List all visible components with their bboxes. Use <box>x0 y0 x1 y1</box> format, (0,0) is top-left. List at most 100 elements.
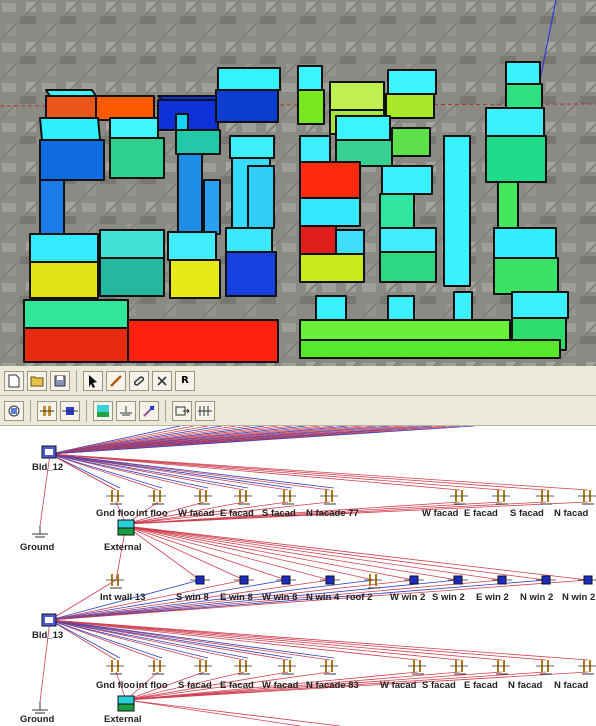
pointer-icon[interactable] <box>83 370 103 391</box>
node-label: N win 2 <box>562 592 595 603</box>
surface-nodes: Gnd floo int floo S facad E facad W facad N f… <box>96 660 596 691</box>
pencil-icon[interactable] <box>106 370 126 391</box>
node-label: S facad <box>422 680 456 691</box>
building-label: Bld_12 <box>32 462 63 473</box>
delete-icon[interactable] <box>152 370 172 391</box>
city-3d-view[interactable] <box>0 0 596 366</box>
node-label: N facad <box>554 680 589 691</box>
wire <box>49 619 419 661</box>
window-node[interactable] <box>276 575 296 585</box>
node-label: W win 2 <box>390 592 425 603</box>
toolbar-separator <box>165 399 166 422</box>
node-label: W facad <box>422 508 459 519</box>
r-button-label: R <box>181 375 189 386</box>
node-label: W facad <box>178 508 215 519</box>
ground-label: Ground <box>20 714 54 725</box>
external-label: External <box>104 714 142 725</box>
building-node-bld-12[interactable]: Bld_12 <box>32 445 63 473</box>
building-label: Bld_13 <box>32 630 63 641</box>
node-label: Int wall 13 <box>100 592 145 603</box>
wire <box>125 525 331 581</box>
window-tool-icon[interactable] <box>139 400 159 421</box>
ground-node[interactable]: Ground <box>20 702 54 725</box>
save-icon[interactable] <box>50 370 70 391</box>
node-label: W facad <box>262 680 299 691</box>
external-label: External <box>104 542 142 553</box>
model-icon[interactable] <box>4 400 24 421</box>
node-label: E win 8 <box>220 592 253 603</box>
node-label: N facade 77 <box>306 508 359 519</box>
wire <box>49 619 589 661</box>
node-label: Gnd floo <box>96 680 135 691</box>
surface-node[interactable] <box>106 660 124 675</box>
wire <box>49 619 293 659</box>
r-button[interactable]: R <box>175 370 195 391</box>
wall-icon[interactable] <box>37 400 57 421</box>
external-node[interactable]: External <box>104 695 142 725</box>
window-node[interactable] <box>448 575 468 585</box>
node-label: E facad <box>220 508 254 519</box>
tool-palette <box>0 396 596 426</box>
node-label: N facad <box>554 508 589 519</box>
node-label: E facad <box>220 680 254 691</box>
node-label: E win 2 <box>476 592 509 603</box>
window-node[interactable] <box>190 575 210 585</box>
wire <box>49 619 547 661</box>
node-label: N win 4 <box>306 592 340 603</box>
toolbar-separator <box>86 399 87 422</box>
node-label: S win 2 <box>432 592 465 603</box>
wire <box>49 453 589 491</box>
surface-node[interactable] <box>106 490 124 505</box>
wire <box>125 699 301 726</box>
node-icon[interactable] <box>60 400 80 421</box>
node-label: Gnd floo <box>96 508 135 519</box>
main-toolbar: R <box>0 366 596 396</box>
toolbar-separator <box>76 369 77 392</box>
surface-nodes: Gnd floo int floo W facad E facad S facad N f… <box>96 490 596 519</box>
node-label: S facad <box>510 508 544 519</box>
surface-node[interactable] <box>148 660 166 675</box>
wire <box>49 453 249 489</box>
ground-label: Ground <box>20 542 54 553</box>
toolbar-separator <box>30 399 31 422</box>
block-bld-13: Int wall 13 S win 8 E win 8 W win 8 N win 4 r… <box>20 574 596 725</box>
node-label: int floo <box>136 508 168 519</box>
table-icon[interactable] <box>195 400 215 421</box>
node-label: roof 2 <box>346 592 372 603</box>
node-label: S win 8 <box>176 592 209 603</box>
wire <box>125 525 415 581</box>
node-label: W win 8 <box>262 592 297 603</box>
node-label: int floo <box>136 680 168 691</box>
wire <box>125 525 503 581</box>
export-icon[interactable] <box>172 400 192 421</box>
surface-node[interactable] <box>194 660 212 675</box>
node-label: E facad <box>464 508 498 519</box>
window-node[interactable] <box>404 575 424 585</box>
window-node[interactable] <box>320 575 340 585</box>
link-icon[interactable] <box>129 370 149 391</box>
thermal-network-canvas[interactable]: Bld_12 Gnd floo int floo W facad E facad S f… <box>0 426 596 726</box>
surface-node[interactable] <box>148 490 166 505</box>
wire <box>125 699 341 726</box>
wire <box>49 619 461 661</box>
node-label: N facad <box>508 680 543 691</box>
surface-icon[interactable] <box>93 400 113 421</box>
ground-tool-icon[interactable] <box>116 400 136 421</box>
wire <box>49 453 547 491</box>
node-label: S facad <box>262 508 296 519</box>
open-folder-icon[interactable] <box>27 370 47 391</box>
window-node[interactable] <box>578 575 596 585</box>
node-label: N facade 83 <box>306 680 359 691</box>
wire <box>49 619 249 659</box>
wire <box>125 525 589 581</box>
wire <box>49 619 503 661</box>
external-node[interactable]: External <box>104 519 142 553</box>
wire <box>49 453 461 491</box>
wire <box>49 453 293 489</box>
wire <box>49 453 503 491</box>
node-label: S facad <box>178 680 212 691</box>
wire <box>49 453 159 491</box>
ground-node[interactable]: Ground <box>20 526 54 553</box>
wire <box>49 453 335 489</box>
new-doc-icon[interactable] <box>4 370 24 391</box>
